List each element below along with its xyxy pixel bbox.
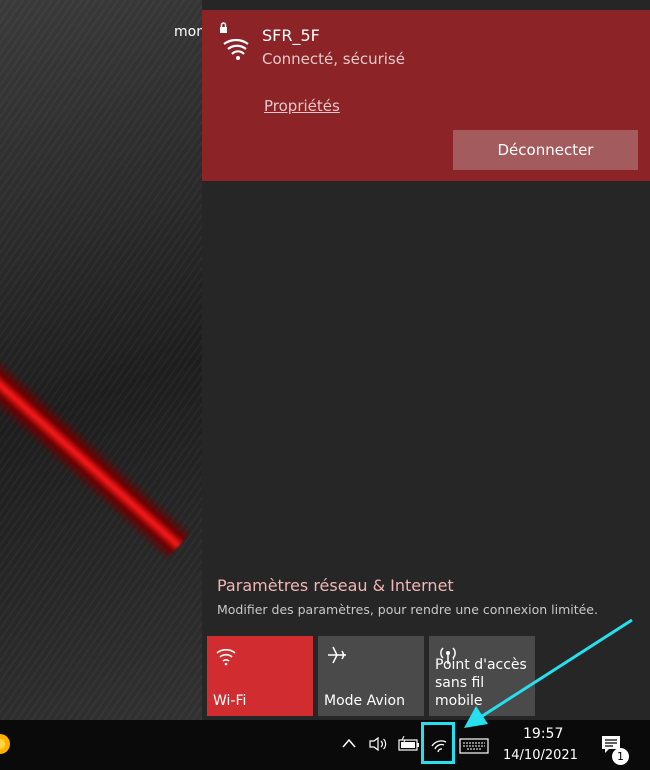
airplane-mode-tile[interactable]: Mode Avion [318, 636, 424, 716]
network-name: SFR_5F [262, 26, 320, 45]
volume-icon[interactable] [368, 736, 388, 752]
chevron-up-icon[interactable] [341, 737, 357, 749]
airplane-tile-label: Mode Avion [324, 693, 405, 709]
properties-link[interactable]: Propriétés [264, 97, 340, 115]
network-settings-link[interactable]: Paramètres réseau & Internet [217, 576, 454, 595]
wifi-icon [216, 648, 236, 666]
network-item-selected[interactable]: SFR_5F Connecté, sécurisé Propriétés Déc… [202, 10, 650, 181]
wifi-toggle-tile[interactable]: Wi-Fi [207, 636, 313, 716]
clock-date[interactable]: 14/10/2021 [503, 748, 578, 763]
battery-icon[interactable] [398, 736, 420, 752]
notification-count-badge: 1 [612, 748, 629, 765]
wifi-locked-icon [220, 22, 249, 60]
keyboard-icon[interactable] [459, 738, 489, 754]
wifi-tile-label: Wi-Fi [213, 693, 247, 709]
annotation-arrow [464, 618, 633, 728]
disconnect-button[interactable]: Déconnecter [453, 130, 638, 170]
network-status: Connecté, sécurisé [262, 50, 405, 68]
desktop-partial-text: mon [174, 24, 206, 40]
airplane-icon [328, 646, 346, 664]
